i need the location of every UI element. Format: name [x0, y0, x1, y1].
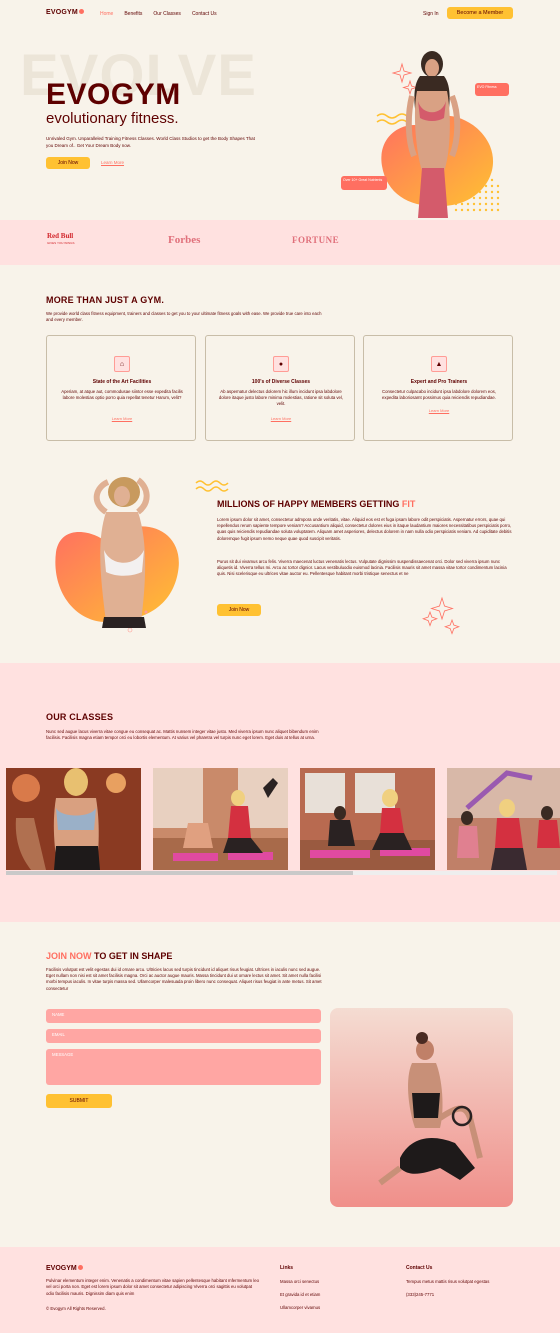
footer-logo[interactable]: EVOGYM: [46, 1265, 83, 1272]
group-icon: ●: [273, 356, 289, 372]
nav-link-contact-us[interactable]: Contact Us: [192, 11, 217, 17]
sponsor-redbull-tagline: GIVES YOU WINGS: [47, 241, 75, 245]
classes-scrollbar-thumb[interactable]: [6, 871, 354, 875]
hero-title: EVOGYM: [46, 78, 181, 111]
sign-in-link[interactable]: Sign In: [423, 11, 439, 17]
footer-phone: (333)245-7771: [406, 1292, 435, 1297]
members-title-main: MILLIONS OF HAPPY MEMBERS GETTING: [217, 499, 402, 509]
benefit-card-classes: ● 100's of Diverse Classes Ab aspernatur…: [205, 335, 355, 441]
sparkles-icon: [422, 596, 460, 635]
become-member-button[interactable]: Become a Member: [447, 7, 513, 19]
class-image-floor-workout[interactable]: [153, 768, 288, 870]
logo-text: EVOGYM: [46, 9, 78, 16]
footer-copyright: © Evogym All Rights Reserved.: [46, 1306, 106, 1311]
contact-image: [330, 1008, 513, 1207]
hero-description: Unrivaled Gym. Unparalleled Training Fit…: [46, 136, 255, 148]
members-title: MILLIONS OF HAPPY MEMBERS GETTING FIT: [217, 499, 415, 509]
hero-subtitle: evolutionary fitness.: [46, 110, 179, 127]
footer-link[interactable]: Massa orci senectus: [280, 1279, 319, 1284]
class-image-resistance-band[interactable]: [447, 768, 560, 870]
hero-badge-nutrients: Over 10+ Great Nutrients: [341, 176, 387, 190]
classes-scrollbar[interactable]: [6, 871, 557, 875]
nav-link-home[interactable]: Home: [100, 11, 113, 17]
benefit-card-learn-more[interactable]: Learn More: [206, 416, 356, 421]
message-textarea-placeholder: MESSAGE: [52, 1052, 74, 1057]
benefit-card-learn-more[interactable]: Learn More: [47, 416, 197, 421]
nav-link-benefits[interactable]: Benefits: [124, 11, 142, 17]
benefit-card-title: Expert and Pro Trainers: [410, 379, 468, 385]
members-graphic-image: [55, 477, 179, 633]
class-stretching-illustration: [300, 768, 435, 870]
navbar: EVOGYM Home Benefits Our Classes Contact…: [0, 0, 560, 28]
home-icon: ⌂: [114, 356, 130, 372]
benefit-card-title: State of the Art Facilities: [92, 379, 152, 385]
class-weights-illustration: [6, 768, 141, 870]
class-image-weights[interactable]: [6, 768, 141, 870]
benefit-card-text: Ab aspernatur delectus dolorem hic illum…: [218, 389, 344, 406]
benefit-card-title: 100's of Diverse Classes: [251, 379, 311, 385]
submit-button[interactable]: SUBMIT: [46, 1094, 112, 1108]
members-title-highlight: FIT: [401, 499, 416, 509]
join-title-highlight: JOIN NOW: [46, 951, 92, 961]
name-input-placeholder: NAME: [52, 1012, 65, 1017]
classes-description: Nunc sed augue lacus viverra vitae congu…: [46, 729, 319, 741]
footer-link[interactable]: Et gravida id et etiam: [280, 1292, 320, 1297]
benefits-description: We provide world class fitness equipment…: [46, 311, 322, 323]
footer-logo-dot-icon: [77, 1265, 83, 1270]
squiggle-decoration-icon: [195, 480, 229, 492]
sponsor-forbes-logo: Forbes: [168, 234, 201, 246]
class-band-illustration: [447, 768, 560, 870]
sponsor-fortune-logo: FORTUNE: [292, 235, 340, 245]
name-input[interactable]: NAME: [46, 1009, 321, 1023]
email-input-placeholder: EMAIL: [52, 1032, 65, 1037]
message-textarea[interactable]: MESSAGE: [46, 1049, 321, 1085]
join-description: Facilisis volutpat est velit egestas dui…: [46, 967, 322, 991]
sponsor-redbull-logo: Red Bull: [47, 232, 74, 240]
members-paragraph-1: Lorem ipsum dolor sit amet, consectetur …: [217, 517, 512, 541]
footer-links-heading: Links: [280, 1265, 294, 1271]
benefits-title: MORE THAN JUST A GYM.: [46, 295, 165, 305]
footer-logo-text: EVOGYM: [46, 1265, 77, 1272]
hero-learn-more-link[interactable]: Learn More: [101, 160, 124, 165]
footer-description: Pulvinar elementum integer enim. Venenat…: [46, 1278, 260, 1296]
join-title: JOIN NOW TO GET IN SHAPE: [46, 951, 172, 961]
class-floor-illustration: [153, 768, 288, 870]
members-paragraph-2: Purus sit dui vivamus arcu felis. Viverr…: [217, 559, 507, 577]
logo-dot-icon: [78, 9, 84, 14]
classes-title: OUR CLASSES: [46, 712, 114, 722]
contact-yoga-illustration: [330, 1008, 513, 1207]
sponsors-strip: [0, 220, 560, 265]
benefit-card-learn-more[interactable]: Learn More: [364, 408, 514, 413]
academic-cap-icon: ▲: [431, 356, 447, 372]
email-input[interactable]: EMAIL: [46, 1029, 321, 1043]
join-title-main: TO GET IN SHAPE: [91, 951, 173, 961]
nav-links: Home Benefits Our Classes Contact Us: [100, 11, 217, 17]
nav-link-our-classes[interactable]: Our Classes: [153, 11, 181, 17]
hero-badge-evo-fitness: EVO Fitness: [475, 83, 509, 96]
benefit-card-trainers: ▲ Expert and Pro Trainers Consectetur cu…: [363, 335, 513, 441]
badge-nutrients-label: Over 10+ Great Nutrients: [343, 178, 383, 182]
footer-contact-heading: Contact Us: [406, 1265, 433, 1271]
class-image-stretching[interactable]: [300, 768, 435, 870]
benefit-card-text: Aperiam, at atque aut, commodusae siinto…: [61, 389, 183, 400]
footer-link[interactable]: Ullamcorper vivamus: [280, 1305, 320, 1310]
logo[interactable]: EVOGYM: [46, 9, 84, 16]
benefit-card-facilities: ⌂ State of the Art Facilities Aperiam, a…: [46, 335, 196, 441]
hero-join-button[interactable]: Join Now: [46, 157, 90, 169]
benefit-card-text: Consectetur culpacabo incidunt ipsa labd…: [382, 389, 496, 400]
footer-contact-text: Tempus metus mattis risus volutpat egest…: [406, 1279, 490, 1284]
badge-evo-fitness-label: EVO Fitness: [477, 85, 497, 89]
hero-image: [376, 51, 500, 218]
members-join-button[interactable]: Join Now: [217, 604, 261, 616]
